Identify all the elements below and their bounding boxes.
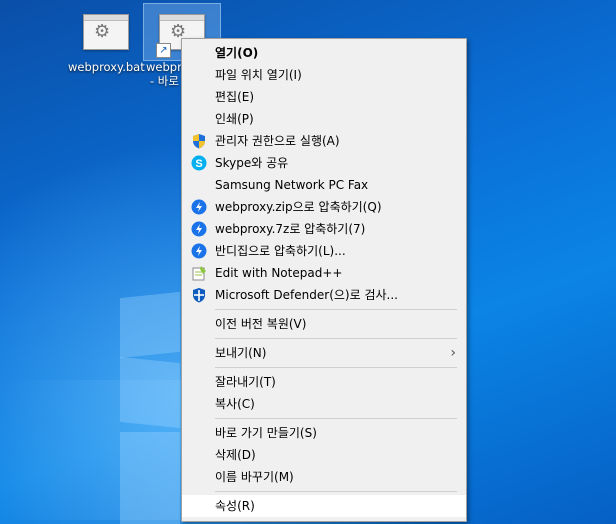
menu-separator [215, 418, 457, 419]
menu-item-edit-notepadpp[interactable]: Edit with Notepad++ [182, 262, 466, 284]
menu-item-restore-previous[interactable]: 이전 버전 복원(V) [182, 313, 466, 335]
bandizip-icon [191, 221, 207, 237]
menu-item-edit[interactable]: 편집(E) [182, 86, 466, 108]
menu-item-print[interactable]: 인쇄(P) [182, 108, 466, 130]
desktop-icon-label: webproxy.bat [68, 60, 145, 74]
desktop-icon-webproxy-bat[interactable]: ⚙ webproxy.bat [68, 4, 145, 74]
menu-item-share-skype[interactable]: S Skype와 공유 [182, 152, 466, 174]
menu-item-zip-compress[interactable]: webproxy.zip으로 압축하기(Q) [182, 196, 466, 218]
menu-item-copy[interactable]: 복사(C) [182, 393, 466, 415]
menu-separator [215, 338, 457, 339]
menu-item-run-as-admin[interactable]: 관리자 권한으로 실행(A) [182, 130, 466, 152]
menu-separator [215, 367, 457, 368]
menu-item-7z-compress[interactable]: webproxy.7z로 압축하기(7) [182, 218, 466, 240]
menu-item-send-to[interactable]: 보내기(N) › [182, 342, 466, 364]
context-menu: 열기(O) 파일 위치 열기(I) 편집(E) 인쇄(P) 관리자 권한으로 실… [181, 38, 467, 522]
batch-file-icon: ⚙ [83, 14, 129, 50]
wallpaper-logo-pane [120, 356, 180, 429]
shortcut-arrow-icon: ↗ [156, 43, 171, 58]
wallpaper-logo-pane [120, 291, 180, 359]
menu-item-create-shortcut[interactable]: 바로 가기 만들기(S) [182, 422, 466, 444]
skype-icon: S [191, 155, 207, 171]
menu-item-rename[interactable]: 이름 바꾸기(M) [182, 466, 466, 488]
menu-item-properties[interactable]: 속성(R) [182, 495, 466, 517]
menu-item-delete[interactable]: 삭제(D) [182, 444, 466, 466]
menu-separator [215, 309, 457, 310]
menu-item-defender-scan[interactable]: Microsoft Defender(으)로 검사... [182, 284, 466, 306]
wallpaper-logo-pane [120, 432, 180, 524]
menu-item-open[interactable]: 열기(O) [182, 42, 466, 64]
chevron-right-icon: › [450, 345, 456, 361]
menu-item-cut[interactable]: 잘라내기(T) [182, 371, 466, 393]
uac-shield-icon [193, 134, 205, 149]
svg-text:S: S [195, 158, 202, 170]
defender-icon [193, 288, 205, 303]
menu-item-bandizip-compress[interactable]: 반디집으로 압축하기(L)... [182, 240, 466, 262]
bandizip-icon [191, 243, 207, 259]
menu-item-open-file-location[interactable]: 파일 위치 열기(I) [182, 64, 466, 86]
menu-separator [215, 491, 457, 492]
menu-item-samsung-fax[interactable]: Samsung Network PC Fax [182, 174, 466, 196]
bandizip-icon [191, 199, 207, 215]
notepadpp-icon [192, 266, 206, 281]
